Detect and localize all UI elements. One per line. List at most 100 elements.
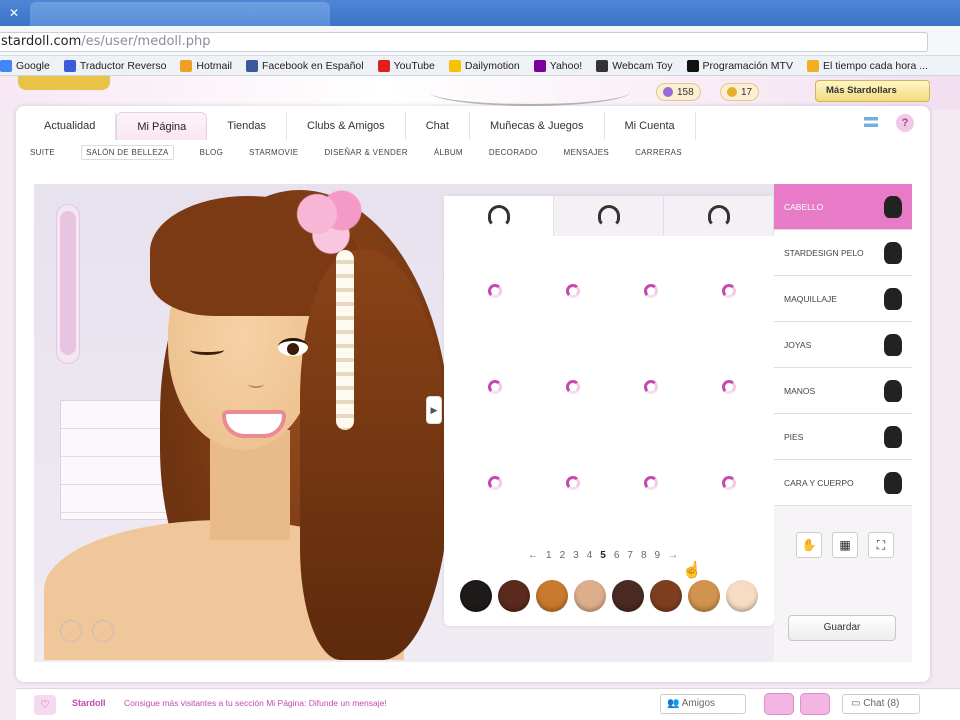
pager-page[interactable]: 7 (627, 550, 633, 561)
subnav-item[interactable]: Suite (30, 148, 55, 157)
picker-tab-hair-accessory[interactable] (664, 196, 774, 236)
style-slot[interactable] (456, 462, 534, 558)
bookmark-item[interactable]: Traductor Reverso (63, 59, 166, 72)
bookmark-label: El tiempo cada hora ... (822, 59, 929, 72)
hair-color-swatch[interactable] (536, 580, 568, 612)
save-button[interactable]: Guardar (788, 615, 896, 641)
language-flag-icon[interactable] (864, 117, 878, 127)
bookmark-item[interactable]: Yahoo! (533, 59, 582, 72)
nav-tab[interactable]: Tiendas (207, 112, 288, 140)
close-tab-icon[interactable]: ✕ (6, 5, 22, 21)
bookmark-item[interactable]: Dailymotion (448, 59, 520, 72)
picker-tab-hairstyle-long[interactable] (554, 196, 664, 236)
style-slot[interactable] (690, 462, 768, 558)
nav-tab[interactable]: Actualidad (24, 112, 117, 140)
bookmark-item[interactable]: Webcam Toy (596, 59, 673, 72)
subnav-item[interactable]: Blog (200, 148, 223, 157)
expand-panel-arrow-icon[interactable]: ▶ (426, 396, 442, 424)
undo-icon[interactable]: ✋ (796, 532, 822, 558)
pager-page[interactable]: 4 (587, 550, 593, 561)
stardollars-counter[interactable]: 158 (656, 83, 701, 101)
subnav-item[interactable]: Carreras (635, 148, 682, 157)
doll-bottom-icons (60, 620, 114, 642)
subnav-item[interactable]: Diseñar & Vender (324, 148, 407, 157)
zoom-slider[interactable] (56, 204, 80, 364)
hair-color-swatch[interactable] (650, 580, 682, 612)
nav-tab[interactable]: Mi Página (116, 112, 208, 140)
pager-prev-arrow-icon[interactable]: ← (528, 550, 538, 561)
friends-field[interactable]: 👥 Amigos (660, 694, 746, 714)
bookmark-item[interactable]: Programación MTV (686, 59, 793, 72)
style-slot[interactable] (534, 270, 612, 366)
pager-page[interactable]: 9 (655, 550, 661, 561)
subnav-item[interactable]: Decorado (489, 148, 538, 157)
fullscreen-icon[interactable]: ⛶ (868, 532, 894, 558)
category-item[interactable]: Manos (774, 368, 912, 414)
bookmark-item[interactable]: YouTube (377, 59, 435, 72)
notifications-button[interactable] (800, 693, 830, 715)
hair-color-swatch[interactable] (688, 580, 720, 612)
help-icon[interactable]: ? (896, 114, 914, 132)
subnav-item[interactable]: Starmovie (249, 148, 298, 157)
style-slot[interactable] (534, 366, 612, 462)
pager-next-arrow-icon[interactable]: → (668, 550, 678, 561)
style-slot[interactable] (456, 270, 534, 366)
zoom-slider-knob[interactable] (60, 211, 76, 355)
bookmark-item[interactable]: Hotmail (180, 59, 232, 72)
nav-tab[interactable]: Mi Cuenta (605, 112, 696, 140)
heart-icon[interactable]: ♡ (34, 695, 56, 715)
style-slot[interactable] (612, 270, 690, 366)
bookmark-item[interactable]: El tiempo cada hora ... (806, 59, 929, 72)
photo-icon[interactable]: ▦ (832, 532, 858, 558)
subnav-item[interactable]: Mensajes (564, 148, 610, 157)
category-item[interactable]: Cara y cuerpo (774, 460, 912, 506)
loading-spinner-icon (644, 476, 658, 490)
hair-color-swatch[interactable] (574, 580, 606, 612)
chat-button[interactable]: ▭ Chat (8) (842, 694, 920, 714)
hair-color-swatch[interactable] (460, 580, 492, 612)
starcoins-counter[interactable]: 17 (720, 83, 760, 101)
url-field[interactable]: stardoll.com/es/user/medoll.php (0, 32, 928, 52)
pager-page[interactable]: 5 (600, 550, 606, 561)
messages-button[interactable] (764, 693, 794, 715)
bookmark-label: Facebook en Español (262, 59, 364, 72)
pager-page[interactable]: 6 (614, 550, 620, 561)
style-slot[interactable] (690, 270, 768, 366)
subnav-item[interactable]: Álbum (434, 148, 463, 157)
browser-tab[interactable] (30, 2, 330, 26)
nav-tab[interactable]: Clubs & Amigos (287, 112, 406, 140)
hair-color-swatch[interactable] (612, 580, 644, 612)
style-slot[interactable] (690, 366, 768, 462)
pager-page[interactable]: 1 (546, 550, 552, 561)
category-item[interactable]: Maquillaje (774, 276, 912, 322)
browser-tabstrip: ✕ (0, 0, 960, 26)
stardoll-logo[interactable] (18, 76, 110, 90)
rotate-icon[interactable] (60, 620, 82, 642)
style-slot[interactable] (456, 366, 534, 462)
picker-tab-hairstyle[interactable] (444, 196, 554, 236)
style-slot[interactable] (534, 462, 612, 558)
nav-tab[interactable]: Muñecas & Juegos (470, 112, 605, 140)
bookmark-favicon-icon (0, 59, 12, 72)
style-slot[interactable] (612, 462, 690, 558)
category-item[interactable]: Cabello (774, 184, 912, 230)
reset-icon[interactable] (92, 620, 114, 642)
category-label: Maquillaje (784, 293, 837, 304)
more-stardollars-button[interactable]: Más Stardollars (815, 80, 930, 102)
style-slot[interactable] (612, 366, 690, 462)
pager-page[interactable]: 2 (560, 550, 566, 561)
subnav-item[interactable]: Salón de belleza (81, 144, 174, 160)
pager-page[interactable]: 3 (573, 550, 579, 561)
hair-color-swatch[interactable] (498, 580, 530, 612)
hair-color-swatch[interactable] (726, 580, 758, 612)
nav-tab[interactable]: Chat (406, 112, 470, 140)
footer-message[interactable]: Consigue más visitantes a tu sección Mi … (124, 698, 387, 708)
pager-page[interactable]: 8 (641, 550, 647, 561)
bookmark-item[interactable]: Google (0, 59, 50, 72)
category-item[interactable]: Joyas (774, 322, 912, 368)
bookmark-item[interactable]: Facebook en Español (246, 59, 364, 72)
footer-brand[interactable]: Stardoll (72, 698, 106, 708)
category-item[interactable]: Pies (774, 414, 912, 460)
category-icon (884, 241, 902, 264)
category-item[interactable]: Stardesign pelo (774, 230, 912, 276)
